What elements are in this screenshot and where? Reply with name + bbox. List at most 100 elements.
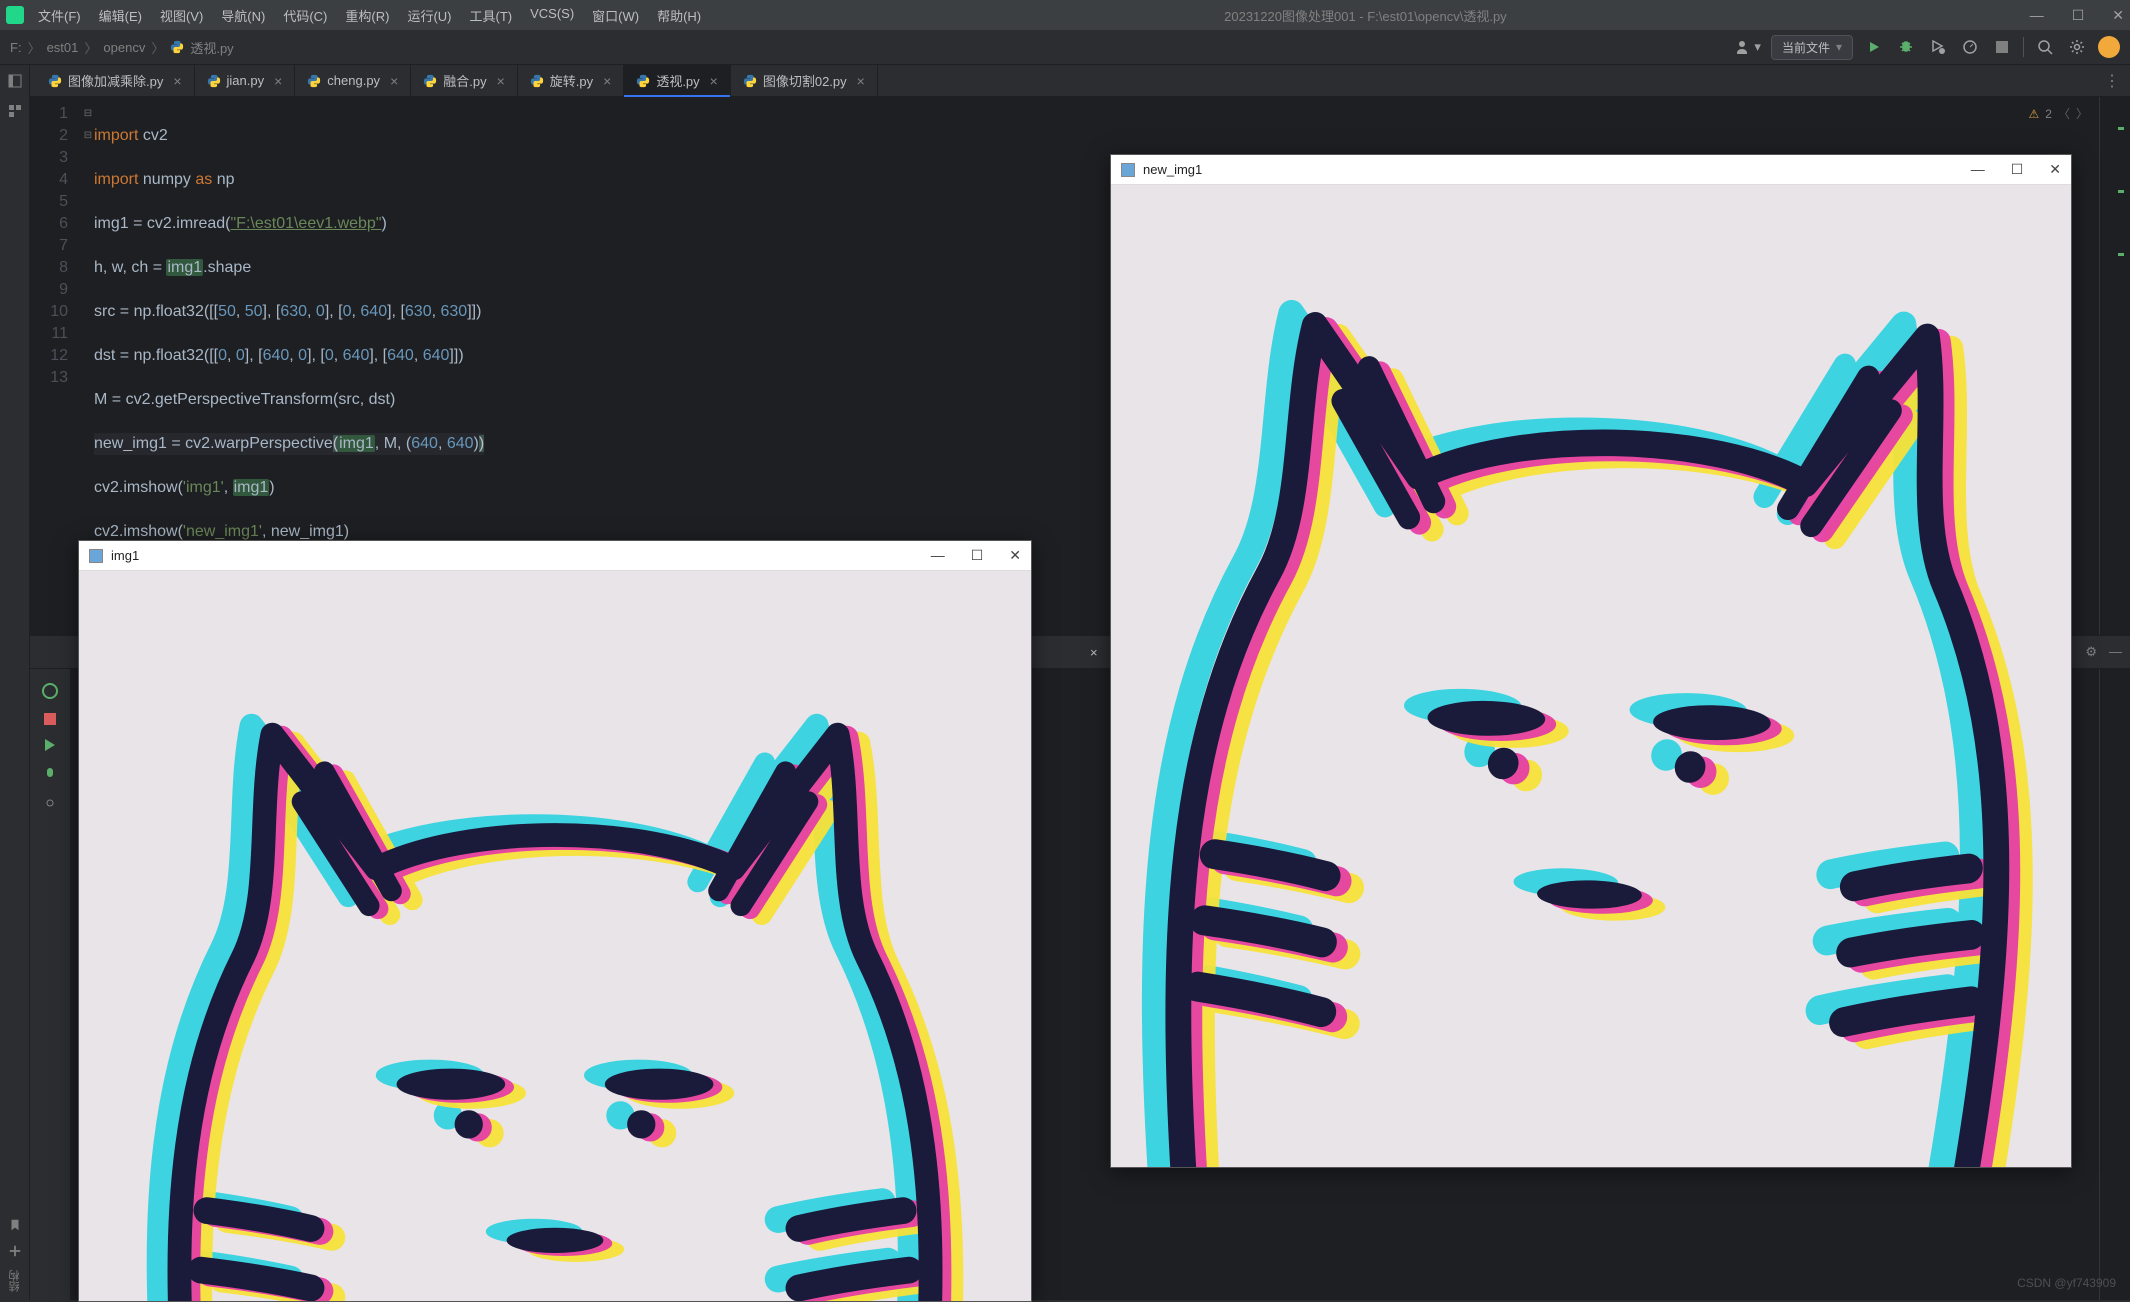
title-bar: 文件(F) 编辑(E) 视图(V) 导航(N) 代码(C) 重构(R) 运行(U… — [0, 0, 2130, 30]
tab-label: jian.py — [227, 73, 265, 88]
user-icon — [1734, 39, 1750, 55]
app-logo — [6, 6, 24, 24]
coverage-button[interactable] — [1927, 36, 1949, 58]
avatar[interactable] — [2098, 36, 2120, 58]
menu-edit[interactable]: 编辑(E) — [99, 6, 142, 25]
window-maximize-icon[interactable]: ☐ — [971, 547, 984, 564]
tab-label: 透视.py — [656, 71, 699, 90]
window-maximize-icon[interactable]: ☐ — [2011, 161, 2024, 178]
window-titlebar[interactable]: new_img1 — ☐ ✕ — [1111, 155, 2071, 185]
menu-navigate[interactable]: 导航(N) — [221, 6, 265, 25]
editor-tab[interactable]: cheng.py × — [295, 65, 411, 96]
main-menu[interactable]: 文件(F) 编辑(E) 视图(V) 导航(N) 代码(C) 重构(R) 运行(U… — [38, 6, 701, 25]
image-canvas — [79, 571, 1031, 1301]
window-close-icon[interactable]: ✕ — [2112, 7, 2124, 24]
debug-step-icon[interactable] — [42, 765, 58, 781]
menu-window[interactable]: 窗口(W) — [592, 6, 639, 25]
opencv-window-img1[interactable]: img1 — ☐ ✕ — [78, 540, 1032, 1302]
window-minimize-icon[interactable]: — — [931, 547, 945, 564]
user-menu[interactable]: ▾ — [1734, 39, 1761, 55]
search-button[interactable] — [2034, 36, 2056, 58]
menu-help[interactable]: 帮助(H) — [657, 6, 701, 25]
editor-tab-active[interactable]: 透视.py × — [624, 65, 731, 96]
run-tool-actions — [30, 669, 70, 1300]
window-maximize-icon[interactable]: ☐ — [2072, 7, 2085, 24]
python-file-icon — [636, 74, 650, 88]
tab-close-icon[interactable]: × — [603, 73, 611, 89]
settings-button[interactable] — [2066, 36, 2088, 58]
run-button[interactable] — [1863, 36, 1885, 58]
opencv-window-new-img1[interactable]: new_img1 — ☐ ✕ — [1110, 154, 2072, 1168]
window-close-icon[interactable]: ✕ — [2049, 161, 2061, 178]
rerun-icon[interactable] — [42, 683, 58, 699]
tab-close-icon[interactable]: × — [390, 73, 398, 89]
window-minimize-icon[interactable]: — — [1971, 161, 1985, 178]
menu-file[interactable]: 文件(F) — [38, 6, 81, 25]
structure-tool-icon[interactable] — [7, 103, 23, 119]
window-title-text: img1 — [111, 548, 139, 563]
tab-label: cheng.py — [327, 73, 380, 88]
app-icon — [1121, 163, 1135, 177]
window-close-icon[interactable]: ✕ — [1009, 547, 1021, 564]
panel-settings-icon[interactable]: ⚙ — [2085, 644, 2097, 660]
stop-button[interactable] — [1991, 36, 2013, 58]
image-canvas — [1111, 185, 2071, 1167]
tab-close-icon[interactable]: × — [497, 73, 505, 89]
editor-tab[interactable]: 旋转.py × — [518, 65, 625, 96]
editor-tab[interactable]: 融合.py× — [411, 65, 518, 96]
error-stripe[interactable] — [2118, 127, 2124, 256]
app-icon — [89, 549, 103, 563]
breadcrumb-segment[interactable]: opencv — [103, 40, 145, 55]
panel-hide-icon[interactable]: — — [2109, 644, 2122, 660]
python-file-icon — [530, 74, 544, 88]
line-gutter[interactable]: 12345678910111213 — [30, 97, 82, 719]
warning-count: 2 — [2045, 103, 2052, 125]
menu-code[interactable]: 代码(C) — [283, 6, 327, 25]
project-tool-icon[interactable] — [7, 73, 23, 89]
stop-icon[interactable] — [44, 713, 56, 725]
tab-close-icon[interactable]: × — [1090, 645, 1098, 660]
editor-tab[interactable]: 图像加减乘除.py × — [36, 65, 195, 96]
navigation-bar: F:〉 est01〉 opencv〉 透视.py ▾ 当前文件 ▾ — [0, 30, 2130, 65]
watermark: CSDN @yf743909 — [2017, 1276, 2116, 1290]
tab-close-icon[interactable]: × — [857, 73, 865, 89]
bookmarks-tool-icon[interactable] — [8, 1218, 22, 1232]
editor-tabs: 图像加减乘除.py × jian.py × cheng.py × 融合.py× 旋转.… — [0, 65, 2130, 97]
window-title-text: new_img1 — [1143, 162, 1202, 177]
window-minimize-icon[interactable]: — — [2030, 7, 2044, 24]
editor-tab[interactable]: jian.py × — [195, 65, 296, 96]
debug-button[interactable] — [1895, 36, 1917, 58]
inspection-widget[interactable]: ⚠2〈〉 — [2029, 103, 2088, 125]
tab-overflow-icon[interactable]: ⋮ — [2094, 65, 2130, 96]
tab-label: 图像加减乘除.py — [68, 71, 163, 90]
tab-close-icon[interactable]: × — [274, 73, 282, 89]
python-file-icon — [423, 74, 437, 88]
profile-button[interactable] — [1959, 36, 1981, 58]
tab-label: 图像切割02.py — [763, 71, 847, 90]
python-file-icon — [48, 74, 62, 88]
menu-tools[interactable]: 工具(T) — [469, 6, 512, 25]
breadcrumb-segment[interactable]: est01 — [47, 40, 79, 55]
structure-tool-label[interactable]: 结构 — [7, 1270, 23, 1292]
window-titlebar[interactable]: img1 — ☐ ✕ — [79, 541, 1031, 571]
breadcrumb-segment[interactable]: F: — [10, 40, 22, 55]
expand-tool-icon[interactable] — [8, 1244, 22, 1258]
python-file-icon — [207, 74, 221, 88]
menu-refactor[interactable]: 重构(R) — [345, 6, 389, 25]
editor-tab[interactable]: 图像切割02.py × — [731, 65, 878, 96]
menu-run[interactable]: 运行(U) — [407, 6, 451, 25]
run-configuration-selector[interactable]: 当前文件 ▾ — [1771, 35, 1853, 60]
python-file-icon — [170, 40, 184, 54]
tab-close-icon[interactable]: × — [710, 73, 718, 89]
menu-view[interactable]: 视图(V) — [160, 6, 203, 25]
left-bottom-strip: 结构 — [0, 1050, 30, 1300]
breadcrumb-segment[interactable]: 透视.py — [190, 38, 233, 57]
tab-label: 旋转.py — [550, 71, 593, 90]
breadcrumb[interactable]: F:〉 est01〉 opencv〉 透视.py — [10, 38, 234, 57]
warning-icon: ⚠ — [2029, 103, 2040, 125]
menu-vcs[interactable]: VCS(S) — [530, 6, 574, 25]
settings-icon[interactable] — [42, 795, 58, 811]
tab-close-icon[interactable]: × — [173, 73, 181, 89]
resume-icon[interactable] — [45, 739, 55, 751]
gear-icon — [2069, 39, 2085, 55]
